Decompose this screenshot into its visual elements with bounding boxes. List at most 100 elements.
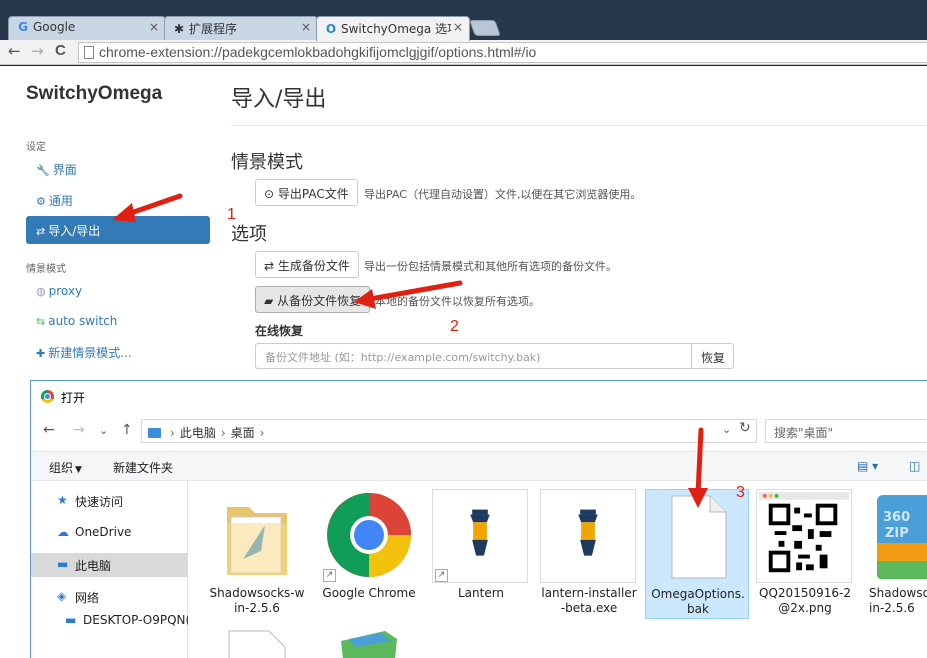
file-item[interactable]: ↗ Lantern	[429, 489, 533, 619]
annotation-number: 1	[227, 206, 236, 223]
new-folder-button[interactable]: 新建文件夹	[113, 459, 173, 476]
import-export-icon: ⇄	[264, 259, 275, 273]
folder-icon	[148, 428, 161, 438]
tab-title: 扩展程序	[189, 22, 238, 36]
network-icon: ◈	[57, 589, 67, 603]
nav-item-this-pc[interactable]: ▬ 此电脑	[31, 553, 188, 577]
nav-item-label: 快速访问	[75, 495, 124, 509]
refresh-icon[interactable]: ↻	[739, 420, 751, 436]
svg-text:ZIP: ZIP	[885, 526, 909, 541]
file-open-dialog: 打开 ← → ⌄ ↑ › 此电脑 › 桌面 › ⌄ ↻ 搜索"桌面" 组织 ▼ 新建文件夹…	[30, 380, 927, 658]
forward-icon[interactable]: →	[31, 42, 44, 60]
button-label: 导出PAC文件	[277, 187, 349, 201]
generate-backup-button[interactable]: ⇄ 生成备份文件	[255, 251, 359, 278]
new-tab-button[interactable]	[469, 20, 501, 36]
installer-icon[interactable]	[335, 629, 405, 658]
address-bar[interactable]: chrome-extension://padekgcemlokbadohgkif…	[78, 42, 927, 63]
preview-pane-icon[interactable]: ◫	[909, 459, 920, 473]
profiles-heading: 情景模式	[26, 264, 66, 275]
computer-icon: ▬	[57, 557, 69, 571]
nav-item-network[interactable]: ◈ 网络	[31, 585, 188, 609]
tab-title: SwitchyOmega 选项	[341, 22, 460, 36]
file-item[interactable]: QQ20150916-2 @2x.png	[753, 489, 857, 619]
sidebar-item-import-export[interactable]: ⇄ 导入/导出	[26, 216, 210, 244]
settings-heading: 设定	[26, 142, 46, 153]
online-restore-label: 在线恢复	[255, 324, 304, 338]
breadcrumb-desktop[interactable]: 桌面	[231, 426, 255, 440]
back-icon[interactable]: ←	[8, 42, 21, 60]
file-name: Shadowso in-2.5.6	[869, 586, 927, 615]
navigation-pane: ★ 快速访问 ☁ OneDrive ▬ 此电脑 ◈ 网络 ▬ DESKTOP-O9PQN(	[31, 481, 188, 658]
breadcrumb-this-pc[interactable]: 此电脑	[180, 426, 216, 440]
page-icon	[84, 46, 94, 59]
export-pac-button[interactable]: ⊙ 导出PAC文件	[255, 179, 358, 206]
breadcrumb[interactable]: › 此电脑 › 桌面 ›	[141, 419, 757, 443]
close-icon[interactable]: ×	[149, 20, 159, 34]
globe-icon: ◍	[36, 285, 46, 298]
reload-icon[interactable]: C	[55, 42, 66, 59]
tab-extensions[interactable]: ✱ 扩展程序 ×	[164, 16, 318, 40]
file-item[interactable]: lantern-installer -beta.exe	[537, 489, 641, 619]
sidebar-item-new-profile[interactable]: ✚ 新建情景模式...	[36, 344, 132, 361]
shortcut-arrow-icon: ↗	[435, 569, 448, 582]
profiles-section-title: 情景模式	[231, 152, 303, 173]
annotation-number: 2	[450, 318, 459, 335]
url-text: chrome-extension://padekgcemlokbadohgkif…	[99, 44, 537, 60]
switch-icon: ⇆	[36, 315, 46, 328]
import-export-icon: ⇄	[36, 225, 46, 238]
cloud-icon: ☁	[57, 525, 69, 539]
file-item[interactable]: ↗ Google Chrome	[317, 489, 421, 619]
breadcrumb-separator: ›	[220, 426, 226, 440]
chevron-down-icon[interactable]: ⌄	[722, 423, 731, 436]
sidebar-item-general[interactable]: ⚙ 通用	[36, 192, 73, 209]
nav-item-label: 网络	[75, 591, 100, 605]
svg-text:360: 360	[883, 510, 910, 525]
plus-icon: ✚	[36, 347, 46, 360]
nav-item-quick-access[interactable]: ★ 快速访问	[31, 489, 188, 513]
puzzle-icon: ✱	[173, 22, 185, 36]
dialog-command-bar: 组织 ▼ 新建文件夹 ▤ ▾ ◫	[31, 451, 927, 481]
up-icon[interactable]: ↑	[121, 422, 133, 438]
tab-title: Google	[33, 20, 76, 34]
file-thumbnail	[756, 489, 852, 583]
close-icon[interactable]: ×	[450, 20, 463, 34]
file-name: Lantern	[457, 586, 505, 600]
organize-button[interactable]: 组织 ▼	[49, 459, 82, 476]
sidebar-item-proxy[interactable]: ◍ proxy	[36, 284, 82, 298]
backup-url-input[interactable]: 备份文件地址 (如：http://example.com/switchy.bak…	[255, 343, 692, 369]
back-icon[interactable]: ←	[43, 422, 55, 438]
close-icon[interactable]: ×	[301, 20, 311, 34]
button-label: 生成备份文件	[277, 259, 350, 273]
lantern-icon	[578, 509, 598, 556]
brand-title: SwitchyOmega	[26, 83, 163, 104]
sidebar-item-interface[interactable]: 🔧 界面	[36, 161, 77, 178]
nav-item-onedrive[interactable]: ☁ OneDrive	[31, 521, 188, 545]
nav-item-desktop-pc[interactable]: ▬ DESKTOP-O9PQN(	[31, 609, 188, 633]
sidebar-item-label: 界面	[52, 163, 77, 177]
view-options-icon[interactable]: ▤ ▾	[857, 459, 878, 473]
sidebar-item-auto-switch[interactable]: ⇆ auto switch	[36, 314, 117, 328]
forward-icon[interactable]: →	[73, 422, 85, 438]
file-thumbnail	[540, 489, 636, 583]
tab-google[interactable]: G Google ×	[8, 16, 166, 40]
tab-switchyomega[interactable]: O SwitchyOmega 选项 ×	[316, 16, 470, 41]
backup-help: 导出一份包括情景模式和其他所有选项的备份文件。	[364, 260, 617, 273]
document-icon	[671, 495, 727, 579]
search-input[interactable]: 搜索"桌面"	[765, 419, 927, 443]
document-icon[interactable]	[227, 629, 287, 658]
recent-locations-icon[interactable]: ⌄	[99, 424, 108, 437]
file-item[interactable]: 360 ZIP Shadowso in-2.5.6	[861, 489, 927, 619]
chrome-icon	[327, 493, 411, 577]
nav-item-label: DESKTOP-O9PQN(	[83, 613, 188, 627]
annotation-number: 3	[736, 484, 745, 501]
breadcrumb-separator: ›	[259, 426, 265, 440]
file-name: Google Chrome	[322, 586, 416, 600]
online-restore-button[interactable]: 恢复	[691, 343, 734, 369]
file-item-selected[interactable]: OmegaOptions. bak	[645, 489, 749, 619]
file-item[interactable]: Shadowsocks-w in-2.5.6	[205, 489, 309, 619]
star-icon: ★	[57, 493, 68, 507]
zip-archive-icon: 360 ZIP	[877, 495, 927, 579]
restore-from-file-button[interactable]: ▰ 从备份文件恢复	[255, 286, 371, 313]
chevron-down-icon: ▼	[75, 465, 82, 475]
dialog-titlebar: 打开	[31, 381, 927, 411]
